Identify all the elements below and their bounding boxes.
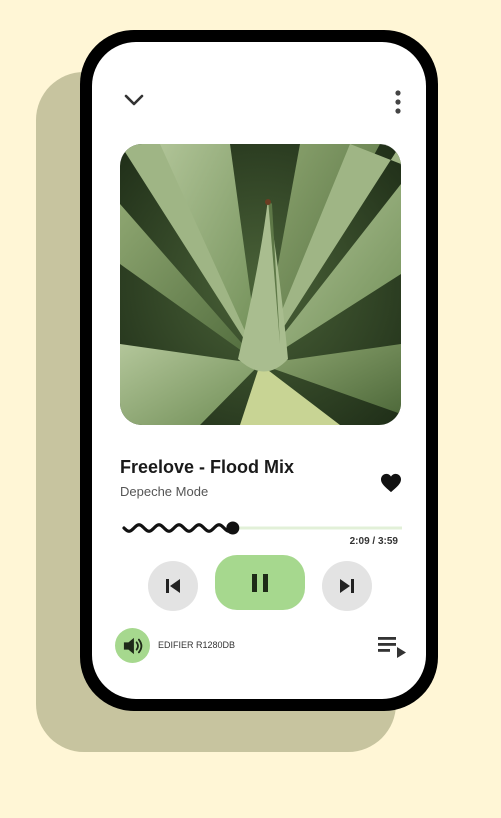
progress-thumb[interactable] (226, 521, 240, 535)
output-device-name: EDIFIER R1280DB (158, 640, 236, 650)
heart-icon (381, 473, 401, 493)
skip-next-icon (340, 579, 354, 593)
output-device-button[interactable] (115, 628, 150, 663)
track-title: Freelove - Flood Mix (120, 457, 295, 477)
more-vertical-icon (395, 90, 401, 114)
previous-button[interactable] (148, 561, 198, 611)
next-button[interactable] (322, 561, 372, 611)
skip-previous-icon (166, 579, 180, 593)
more-options-button[interactable] (384, 86, 412, 118)
like-button[interactable] (376, 468, 406, 498)
stage: Freelove - Flood Mix Depeche Mode 2:09 /… (0, 0, 501, 818)
player-screen: Freelove - Flood Mix Depeche Mode 2:09 /… (92, 42, 426, 699)
queue-music-icon (378, 637, 406, 658)
progress-played (122, 523, 234, 533)
phone-frame: Freelove - Flood Mix Depeche Mode 2:09 /… (80, 30, 438, 711)
pause-icon (252, 573, 268, 592)
collapse-button[interactable] (120, 86, 148, 114)
volume-icon (123, 637, 142, 654)
chevron-down-icon (124, 94, 144, 106)
queue-button[interactable] (376, 634, 408, 660)
time-readout: 2:09 / 3:59 (349, 536, 398, 547)
album-art (120, 144, 401, 425)
track-artist[interactable]: Depeche Mode (120, 484, 208, 499)
pause-button[interactable] (215, 555, 305, 610)
